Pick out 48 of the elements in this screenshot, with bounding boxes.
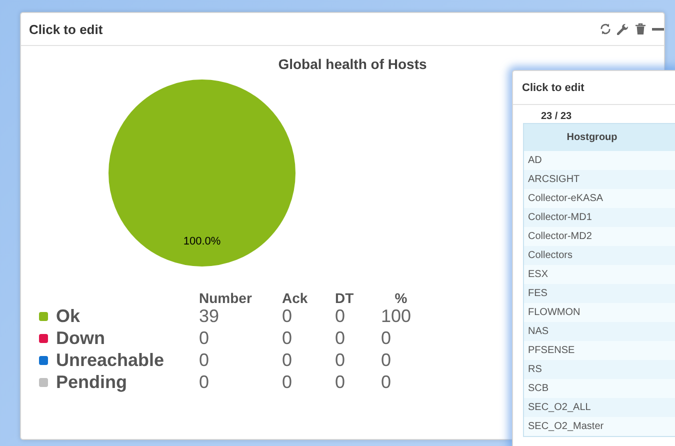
table-cell: NAS <box>524 322 660 341</box>
table-cell: Collector-MD1 <box>524 208 660 227</box>
table-cell: AD <box>524 151 660 170</box>
table-cell-text: 0 <box>199 350 210 370</box>
status-label: Down <box>56 328 105 348</box>
table-cell-text: 0 <box>335 350 346 370</box>
table-cell: Collector-MD2 <box>524 227 660 246</box>
table-cell-text: 100 <box>381 306 412 326</box>
column-header[interactable]: Hostgroup <box>524 124 660 151</box>
table-cell: ARCSIGHT <box>524 170 660 189</box>
status-label: Unreachable <box>56 350 164 370</box>
table-cell-text: 0 <box>335 372 346 392</box>
table-cell-text: 0 <box>282 306 294 326</box>
table-cell: SEC_O2_ALL <box>524 398 660 417</box>
column-header: % <box>394 290 408 306</box>
table-cell: ESX <box>524 265 660 284</box>
wrench-icon[interactable] <box>617 23 629 35</box>
column-header: DT <box>335 290 355 306</box>
panel-title[interactable]: Click to edit <box>522 82 584 94</box>
chart-title: Global health of Hosts <box>277 56 428 72</box>
trash-icon[interactable] <box>635 23 646 35</box>
status-label: Ok <box>56 306 80 326</box>
table-cell: FLOWMON <box>524 303 660 322</box>
column-header: Number <box>199 290 253 306</box>
table-cell-text: 0 <box>335 306 346 326</box>
table-cell-text: 0 <box>282 350 294 370</box>
table-cell: FES <box>524 284 660 303</box>
table-cell-text: 0 <box>199 372 210 392</box>
table-cell-text: 0 <box>381 350 392 370</box>
refresh-icon[interactable] <box>600 23 611 35</box>
table-cell: Collectors <box>524 246 660 265</box>
table-cell-text: 0 <box>335 328 346 348</box>
status-label: Pending <box>56 372 127 392</box>
table-cell-text: 0 <box>381 372 392 392</box>
table-cell-text: 0 <box>282 328 294 348</box>
data-label: 100.0% <box>183 236 221 248</box>
table-cell: RS <box>524 360 660 379</box>
table-cell-text: 0 <box>199 328 210 348</box>
table-cell: Collector-eKASA <box>524 189 660 208</box>
table-cell: PFSENSE <box>524 341 660 360</box>
table-cell: SCB <box>524 379 660 398</box>
table-cell-text: 0 <box>381 328 392 348</box>
table-cell: SEC_O2_Master <box>524 417 660 436</box>
table-cell-text: 39 <box>199 306 220 326</box>
panel-title[interactable]: Click to edit <box>29 22 103 36</box>
column-header: Ack <box>282 290 309 306</box>
row-count: 23 / 23 <box>540 110 573 123</box>
table-cell-text: 0 <box>282 372 294 392</box>
